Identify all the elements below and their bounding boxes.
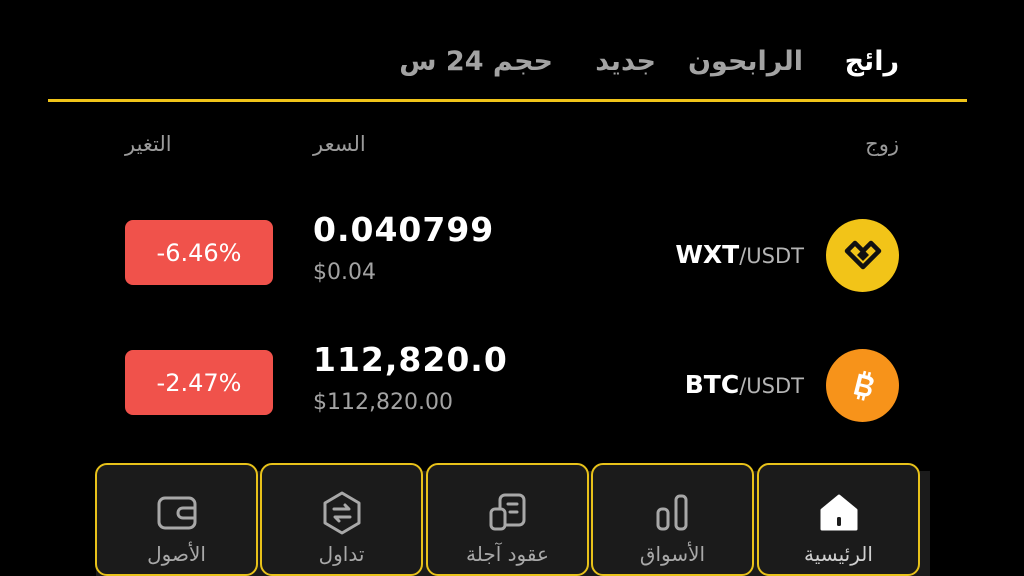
column-header-price[interactable]: السعر xyxy=(313,132,366,156)
market-row-wxt[interactable]: -6.46% 0.040799 $0.04 WXT/USDT xyxy=(0,200,1024,310)
price-usd: $112,820.00 xyxy=(313,390,453,415)
last-price: 112,820.0 xyxy=(313,340,508,379)
home-icon xyxy=(820,494,857,531)
tab-trending[interactable]: رائج xyxy=(845,40,899,84)
market-tabs: رائج الرابحون جديد حجم 24 س xyxy=(0,40,1024,90)
bitcoin-icon xyxy=(826,349,899,422)
tab-new[interactable]: جديد xyxy=(595,40,656,84)
pair-base: WXT xyxy=(675,240,740,269)
nav-markets[interactable]: الأسواق xyxy=(591,463,754,576)
pair-quote: /USDT xyxy=(739,374,804,398)
column-header-change[interactable]: التغير xyxy=(125,132,172,156)
nav-label: تداول xyxy=(318,542,365,566)
tab-volume-24h[interactable]: حجم 24 س xyxy=(399,40,553,84)
change-badge: -6.46% xyxy=(125,220,273,285)
market-row-btc[interactable]: -2.47% 112,820.0 $112,820.00 BTC/USDT xyxy=(0,330,1024,440)
last-price: 0.040799 xyxy=(313,210,495,249)
nav-futures[interactable]: عقود آجلة xyxy=(426,463,589,576)
pair-name: WXT/USDT xyxy=(675,240,804,269)
pair-base: BTC xyxy=(684,370,740,399)
change-badge: -2.47% xyxy=(125,350,273,415)
tab-gainers[interactable]: الرابحون xyxy=(688,40,803,84)
trade-icon xyxy=(323,491,360,535)
futures-icon xyxy=(489,493,525,531)
tab-underline xyxy=(48,99,967,102)
markets-icon xyxy=(656,494,687,531)
column-header-pair[interactable]: زوج xyxy=(865,132,899,156)
pair-quote: /USDT xyxy=(739,244,804,268)
pair-name: BTC/USDT xyxy=(685,370,804,399)
nav-label: الأسواق xyxy=(639,542,706,566)
nav-label: الأصول xyxy=(147,542,206,566)
nav-trade[interactable]: تداول xyxy=(260,463,423,576)
price-usd: $0.04 xyxy=(313,260,376,285)
wxt-coin-icon xyxy=(826,219,899,292)
nav-assets[interactable]: الأصول xyxy=(95,463,258,576)
wallet-icon xyxy=(157,496,196,530)
nav-label: عقود آجلة xyxy=(466,542,549,566)
bottom-nav: الرئيسية الأسواق عقود آجلة تداول الأصول xyxy=(0,463,1024,576)
nav-home[interactable]: الرئيسية xyxy=(757,463,920,576)
nav-label: الرئيسية xyxy=(804,542,873,566)
